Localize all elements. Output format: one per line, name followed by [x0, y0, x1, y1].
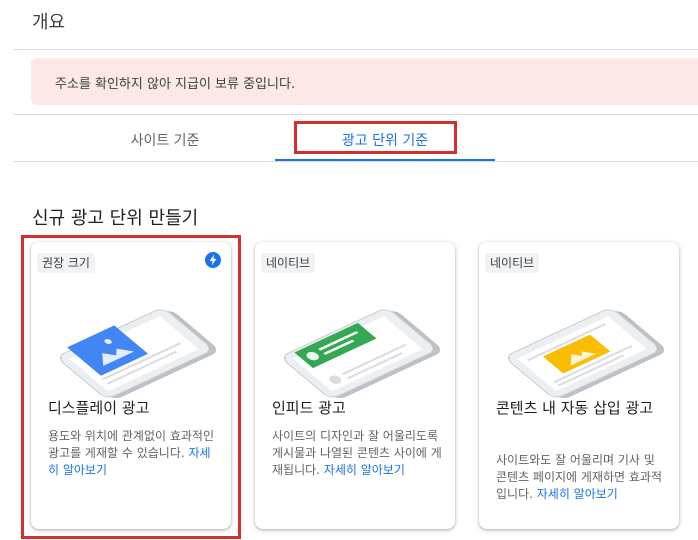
card-title: 인피드 광고 — [272, 399, 346, 417]
alert-divider — [14, 114, 698, 115]
native-chip: 네이티브 — [261, 253, 316, 273]
alert-message: 주소를 확인하지 않아 지급이 보류 중입니다. — [55, 77, 296, 92]
card-description: 사이트의 디자인과 잘 어울리도록 게시물과 나열된 콘텐츠 사이에 게재됩니다… — [272, 429, 442, 477]
tab-by-site-label: 사이트 기준 — [130, 133, 200, 149]
tabs-divider — [14, 161, 698, 162]
header-divider — [14, 49, 698, 50]
inarticle-ad-illustration — [507, 309, 665, 398]
card-title: 콘텐츠 내 자동 삽입 광고 — [496, 399, 654, 417]
section-title: 신규 광고 단위 만들기 — [32, 208, 199, 229]
inarticle-ad-card[interactable]: 네이티브 콘텐츠 내 자동 삽입 광고 사이트와도 잘 어울리며 기사 및 콘텐… — [479, 242, 679, 529]
learn-more-link[interactable]: 자세히 알아보기 — [537, 487, 618, 501]
card-description: 사이트와도 잘 어울리며 기사 및 콘텐츠 페이지에 게재하면 효과적입니다. … — [496, 453, 663, 501]
tab-by-site[interactable]: 사이트 기준 — [55, 118, 275, 162]
payment-hold-alert: 주소를 확인하지 않아 지급이 보류 중입니다. — [31, 58, 698, 105]
infeed-ad-card[interactable]: 네이티브 인피드 광고 사이트의 디자인과 잘 어울리도록 게시물과 나열된 콘… — [255, 242, 455, 529]
learn-more-link[interactable]: 자세히 알아보기 — [324, 463, 405, 477]
page-title: 개요 — [32, 12, 66, 33]
tab-highlight-box — [294, 121, 457, 154]
native-chip: 네이티브 — [485, 253, 540, 273]
infeed-ad-illustration — [283, 309, 441, 398]
card-highlight-box — [21, 235, 241, 539]
